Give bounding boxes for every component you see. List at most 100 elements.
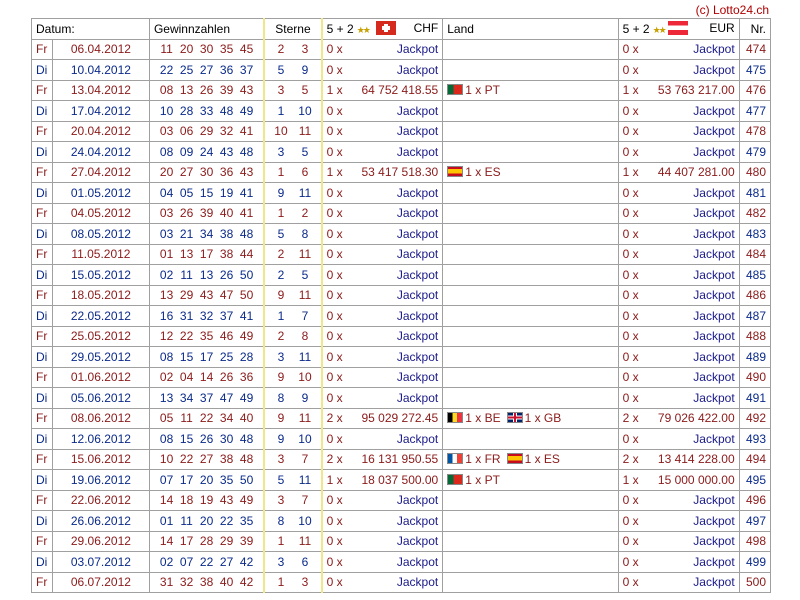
eur-amount: Jackpot xyxy=(693,575,735,590)
winning-number: 22 xyxy=(199,411,214,426)
draw-number-cell: 481 xyxy=(738,182,772,204)
winner-entry: 1 x PT xyxy=(447,83,500,97)
eur-cell: 0 x Jackpot xyxy=(617,551,740,573)
date-cell: 01.05.2012 xyxy=(51,182,150,204)
table-row: Fr 15.06.2012 10 22 27 38 48 3 7 2 x 16 131 950.55… xyxy=(31,448,772,470)
winning-number: 13 xyxy=(179,83,194,98)
stars-cell: 9 11 xyxy=(263,407,323,429)
numbers-cell: 03 06 29 32 41 xyxy=(148,120,265,142)
winning-number: 32 xyxy=(179,575,194,590)
table-row: Fr 06.07.2012 31 32 38 40 42 1 3 0 x Jackpot 0 x Jac… xyxy=(31,571,772,593)
chf-cell: 0 x Jackpot xyxy=(321,305,444,327)
winning-number: 29 xyxy=(199,124,214,139)
star-number: 5 xyxy=(301,144,309,159)
weekday-cell: Fr xyxy=(31,161,53,183)
numbers-cell: 02 07 22 27 42 xyxy=(148,551,265,573)
winning-number: 47 xyxy=(219,288,234,303)
numbers-cell: 31 32 38 40 42 xyxy=(148,571,265,593)
winning-number: 50 xyxy=(239,288,254,303)
winner-text: 1 x GB xyxy=(524,411,562,426)
winner-text: 1 x BE xyxy=(465,411,501,426)
weekday-cell: Di xyxy=(31,141,53,163)
winning-number: 20 xyxy=(199,513,214,528)
star-number: 9 xyxy=(277,185,285,200)
eur-cell: 0 x Jackpot xyxy=(617,120,740,142)
country-flag-icon xyxy=(447,473,464,485)
eur-cell: 2 x 13 414 228.00 xyxy=(617,448,740,470)
winning-number: 22 xyxy=(179,329,194,344)
winning-number: 30 xyxy=(199,165,214,180)
winning-number: 35 xyxy=(199,329,214,344)
numbers-cell: 20 27 30 36 43 xyxy=(148,161,265,183)
eur-amount: Jackpot xyxy=(693,42,735,57)
eur-winner-count: 0 x xyxy=(622,124,639,139)
land-cell xyxy=(442,551,619,573)
stars-cell: 35 xyxy=(263,79,323,101)
land-cell xyxy=(442,120,619,142)
date-cell: 11.05.2012 xyxy=(51,243,150,265)
header-datum: Datum: xyxy=(31,18,150,40)
land-cell xyxy=(442,489,619,511)
chf-amount: Jackpot xyxy=(396,431,439,446)
star-number: 3 xyxy=(277,452,285,467)
chf-cell: 0 x Jackpot xyxy=(321,202,444,224)
winning-number: 42 xyxy=(239,554,254,569)
chf-cell: 1 x 53 417 518.30 xyxy=(321,161,444,183)
chf-cell: 0 x Jackpot xyxy=(321,551,444,573)
chf-amount: Jackpot xyxy=(396,513,439,528)
eur-winner-count: 0 x xyxy=(622,390,639,405)
draw-number-cell: 495 xyxy=(738,469,772,491)
winning-number: 20 xyxy=(159,165,174,180)
eur-cell: 2 x 79 026 422.00 xyxy=(617,407,740,429)
stars-cell: 58 xyxy=(263,223,323,245)
eur-cell: 0 x Jackpot xyxy=(617,264,740,286)
table-row: Di 17.04.2012 10 28 33 48 49 1 10 0 x Jackpot 0 x Ja… xyxy=(31,100,772,122)
star-number: 9 xyxy=(301,390,309,405)
date-cell: 20.04.2012 xyxy=(51,120,150,142)
eur-cell: 0 x Jackpot xyxy=(617,366,740,388)
date-cell: 08.06.2012 xyxy=(51,407,150,429)
star-number: 3 xyxy=(301,42,309,57)
eur-cell: 0 x Jackpot xyxy=(617,141,740,163)
eur-amount: 44 407 281.00 xyxy=(657,165,735,180)
weekday-cell: Fr xyxy=(31,366,53,388)
winning-number: 01 xyxy=(159,513,174,528)
eur-winner-count: 0 x xyxy=(622,308,639,323)
weekday-cell: Di xyxy=(31,223,53,245)
star-number: 2 xyxy=(277,329,285,344)
table-row: Di 15.05.2012 02 11 13 26 50 2 5 0 x Jackpot 0 x Jac… xyxy=(31,264,772,286)
weekday-cell: Di xyxy=(31,346,53,368)
chf-winner-count: 0 x xyxy=(326,431,343,446)
winner-entry: 1 x ES xyxy=(506,452,560,466)
table-row: Fr 25.05.2012 12 22 35 46 49 2 8 0 x Jackpot 0 x Jac… xyxy=(31,325,772,347)
eur-amount: Jackpot xyxy=(693,185,735,200)
chf-amount: Jackpot xyxy=(396,534,439,549)
winning-number: 13 xyxy=(159,288,174,303)
star-number: 2 xyxy=(277,247,285,262)
winning-number: 01 xyxy=(159,247,174,262)
numbers-cell: 08 15 17 25 28 xyxy=(148,346,265,368)
eur-winner-count: 0 x xyxy=(622,247,639,262)
star-number: 5 xyxy=(277,62,285,77)
eur-cell: 0 x Jackpot xyxy=(617,38,740,60)
chf-cell: 0 x Jackpot xyxy=(321,530,444,552)
chf-winner-count: 0 x xyxy=(326,144,343,159)
numbers-cell: 10 22 27 38 48 xyxy=(148,448,265,470)
chf-amount: 16 131 950.55 xyxy=(361,452,439,467)
chf-cell: 2 x 95 029 272.45 xyxy=(321,407,444,429)
draw-number-cell: 477 xyxy=(738,100,772,122)
numbers-cell: 12 22 35 46 49 xyxy=(148,325,265,347)
land-cell xyxy=(442,141,619,163)
numbers-cell: 22 25 27 36 37 xyxy=(148,59,265,81)
numbers-cell: 10 28 33 48 49 xyxy=(148,100,265,122)
star-number: 9 xyxy=(301,62,309,77)
chf-amount: Jackpot xyxy=(396,575,439,590)
chf-winner-count: 0 x xyxy=(326,42,343,57)
winning-number: 05 xyxy=(179,185,194,200)
header-eur-prefix: 5 + 2 xyxy=(622,22,650,37)
eur-cell: 0 x Jackpot xyxy=(617,305,740,327)
star-number: 3 xyxy=(301,575,309,590)
winning-number: 17 xyxy=(199,247,214,262)
eur-winner-count: 2 x xyxy=(622,411,639,426)
chf-cell: 0 x Jackpot xyxy=(321,223,444,245)
